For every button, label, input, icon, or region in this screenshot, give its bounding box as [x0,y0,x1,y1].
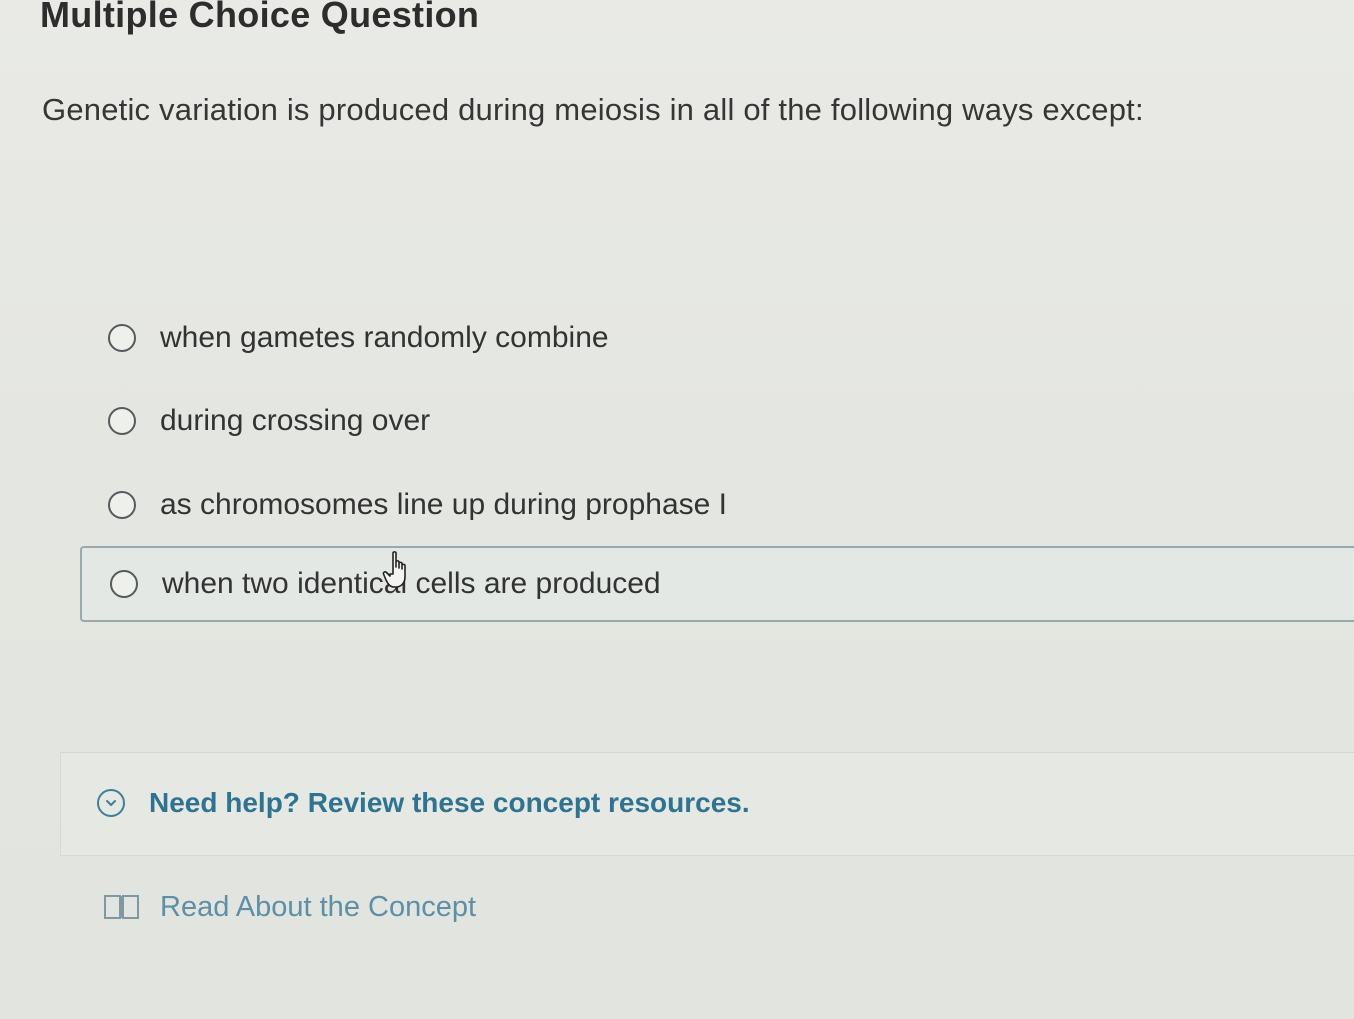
radio-button[interactable] [110,570,138,598]
answer-option-1[interactable]: when gametes randomly combine [80,300,1354,376]
answer-option-label: when gametes randomly combine [160,321,609,354]
book-icon [104,895,139,919]
question-page: Multiple Choice Question Genetic variati… [0,0,1354,1019]
radio-button[interactable] [108,491,136,519]
read-about-concept-label[interactable]: Read About the Concept [160,891,476,924]
read-about-concept-link[interactable]: Read About the Concept [102,890,476,924]
help-resources-toggle[interactable]: Need help? Review these concept resource… [97,787,750,819]
answer-option-2[interactable]: during crossing over [80,383,1354,459]
hand-pointer-icon [382,551,406,588]
answer-option-3[interactable]: as chromosomes line up during prophase I [80,467,1354,543]
answer-option-label: as chromosomes line up during prophase I [160,488,727,521]
page-title: Multiple Choice Question [40,0,480,35]
help-resources-panel: Need help? Review these concept resource… [60,752,1354,856]
question-prompt: Genetic variation is produced during mei… [42,92,1144,127]
radio-button[interactable] [108,324,136,352]
answer-option-4[interactable]: when two identical cells are produced [80,546,1354,622]
help-resources-label[interactable]: Need help? Review these concept resource… [149,787,750,819]
radio-button[interactable] [108,407,136,435]
chevron-down-icon[interactable] [97,789,125,817]
answer-option-label: during crossing over [160,404,431,437]
